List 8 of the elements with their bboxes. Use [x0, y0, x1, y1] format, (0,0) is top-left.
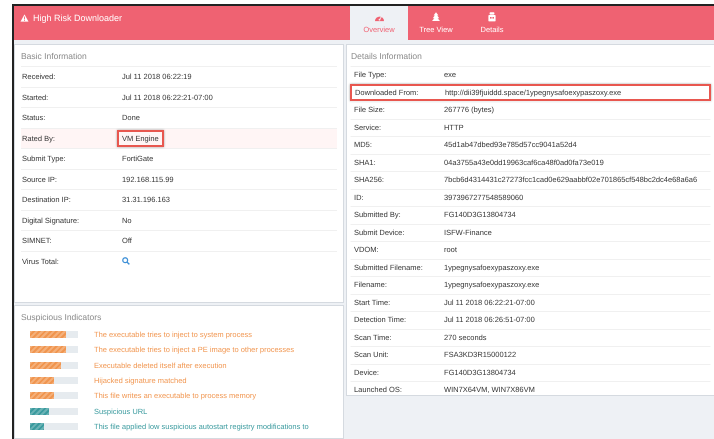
warning-icon: [20, 14, 29, 22]
window-title: High Risk Downloader: [33, 13, 122, 23]
panel-title: Details Information: [351, 50, 423, 63]
tree-icon: [432, 12, 440, 22]
robot-icon: [488, 12, 496, 22]
search-icon[interactable]: [122, 257, 130, 266]
panel-title: Basic Information: [21, 50, 88, 63]
panel-title: Suspicious Indicators: [21, 310, 102, 324]
